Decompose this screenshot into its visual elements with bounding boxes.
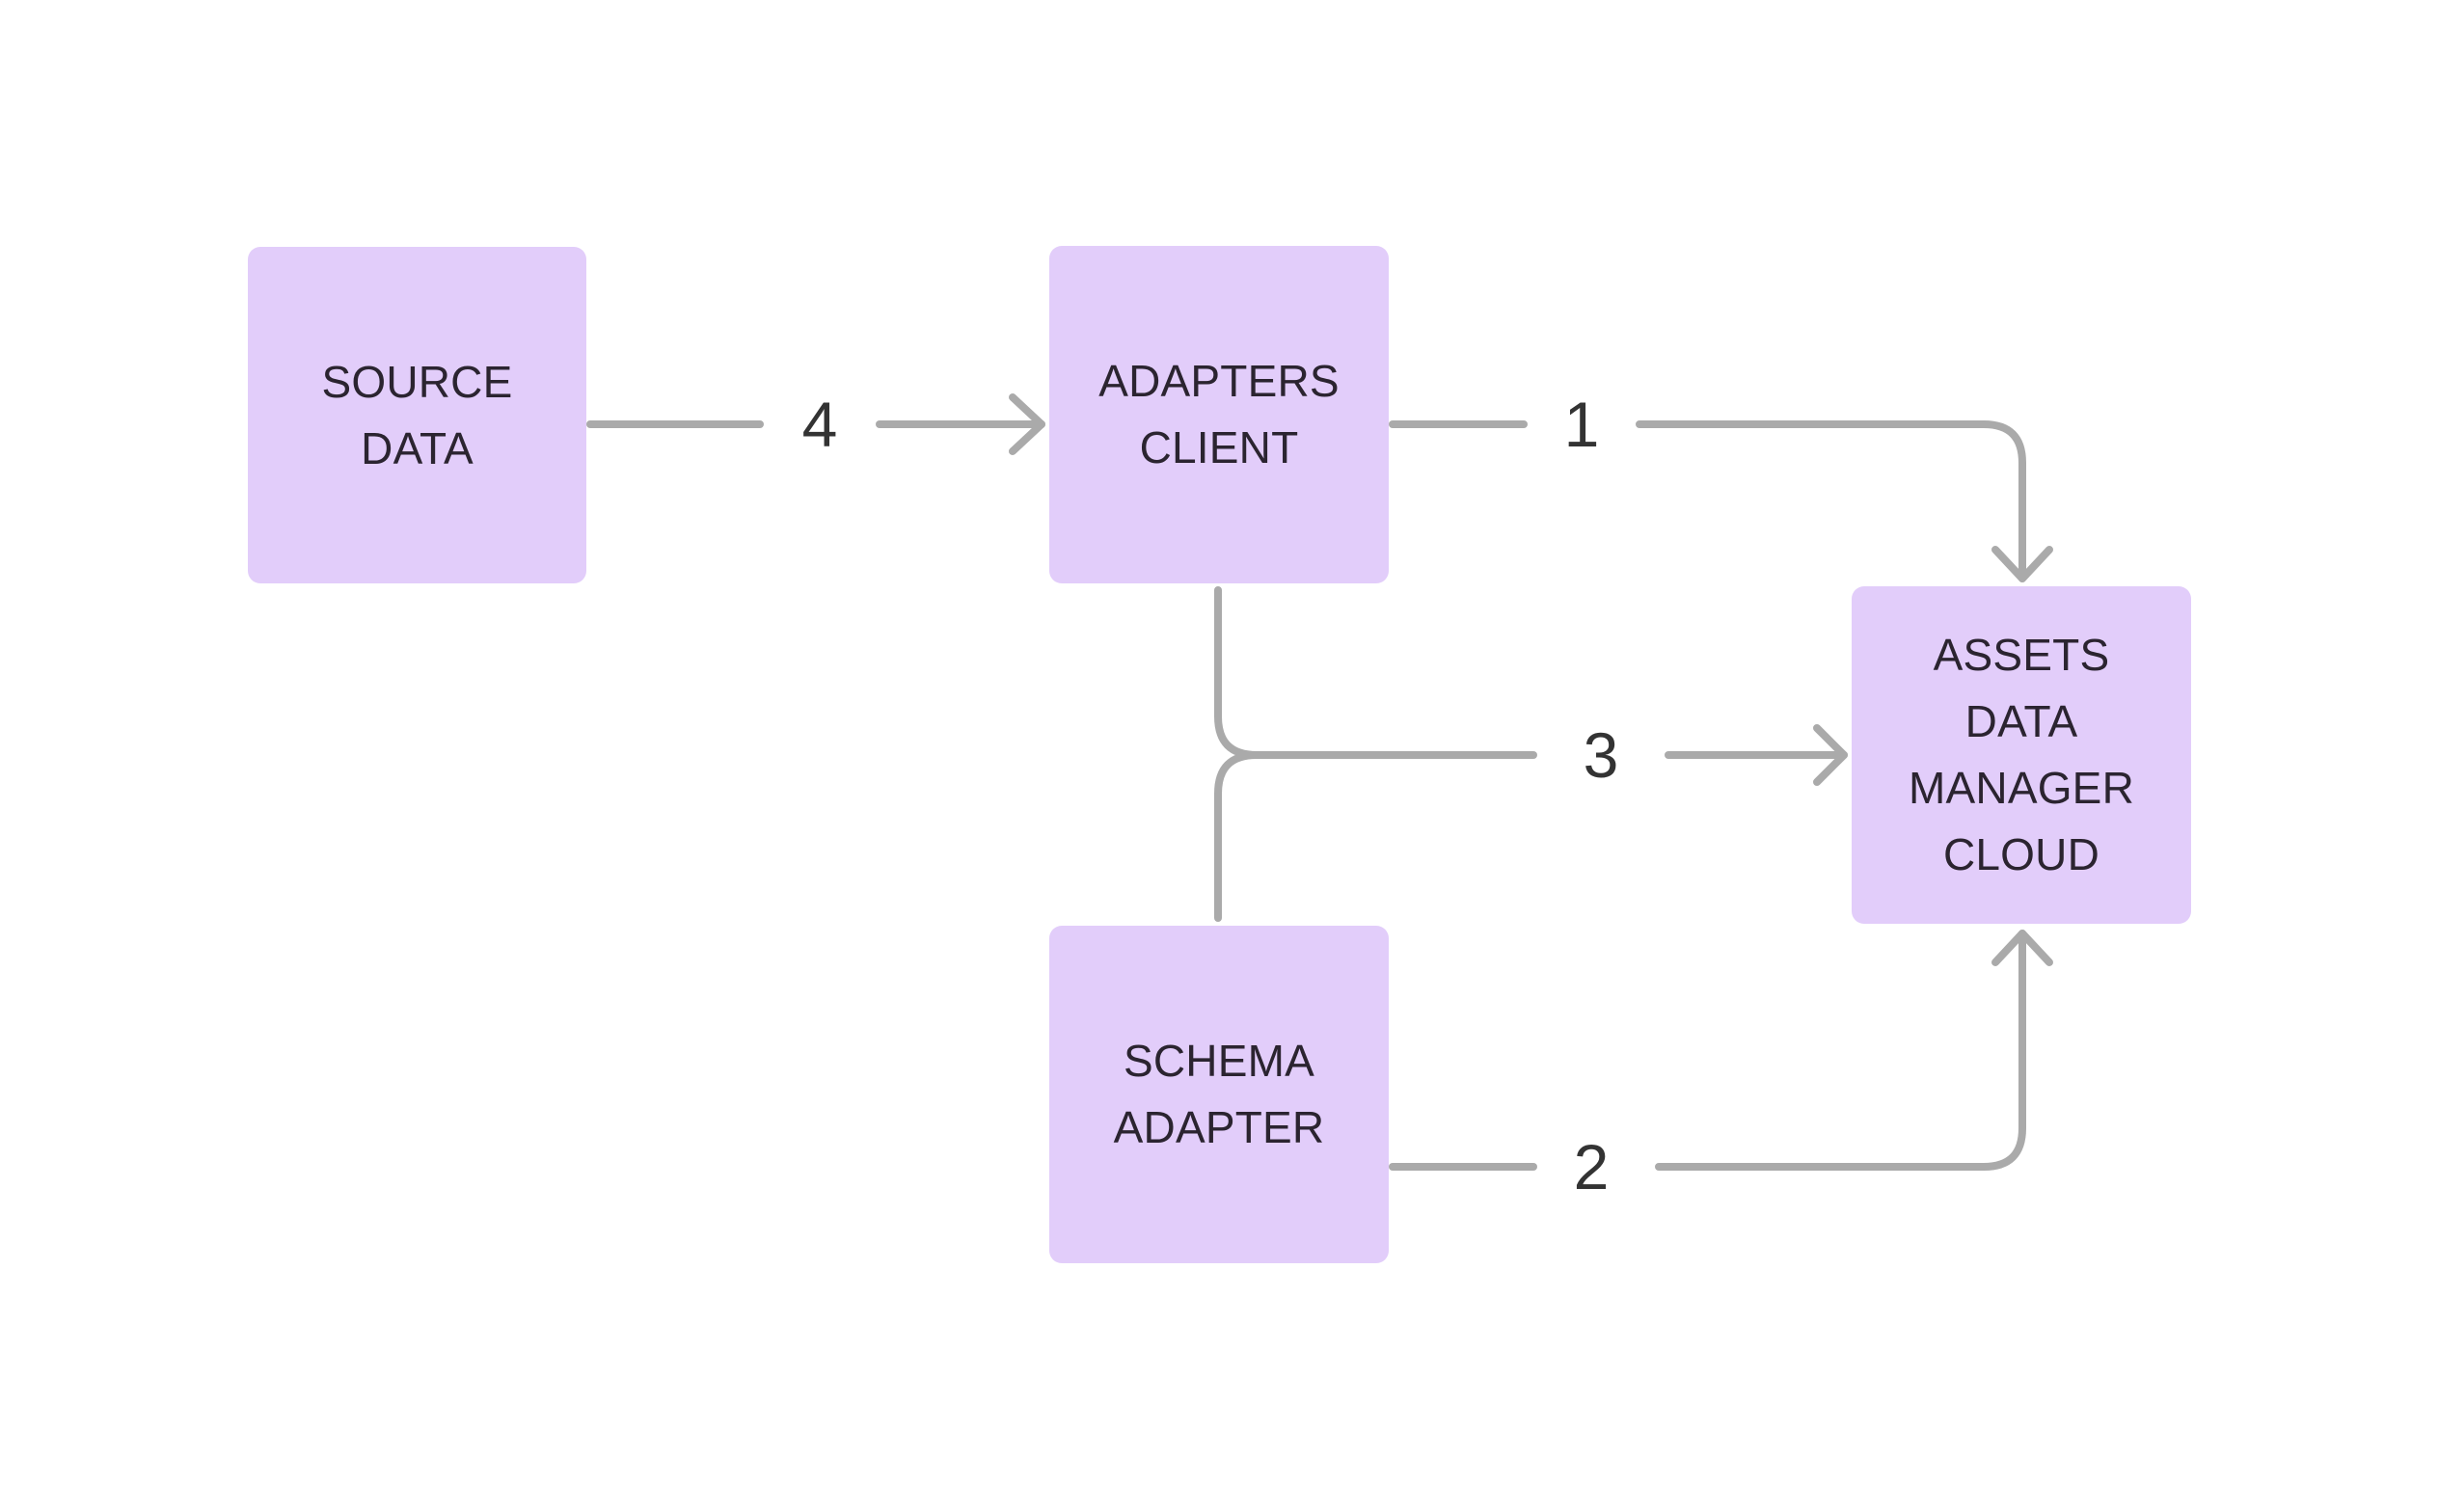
edge-3-branch-from-adapters-client <box>1214 586 1260 759</box>
node-assets-data-manager-cloud-line-3: MANAGER <box>1909 763 2134 813</box>
diagram-canvas: SOURCE DATA ADAPTERS CLIENT ASSETS DATA … <box>0 0 2438 1512</box>
node-adapters-client-line-2: CLIENT <box>1139 422 1299 472</box>
node-source-data-line-2: DATA <box>361 422 474 473</box>
edge-1-adapters-client-to-assets-cloud <box>1389 420 2053 582</box>
node-source-data[interactable]: SOURCE DATA <box>248 247 586 583</box>
edge-label-1: 1 <box>1563 389 1600 460</box>
edge-label-4: 4 <box>801 389 838 460</box>
node-assets-data-manager-cloud[interactable]: ASSETS DATA MANAGER CLOUD <box>1852 586 2191 924</box>
node-assets-data-manager-cloud-line-2: DATA <box>1964 696 2078 746</box>
edge-2-segment-elbow <box>1655 930 2026 1171</box>
node-schema-adapter[interactable]: SCHEMA ADAPTER <box>1049 926 1389 1263</box>
edge-3-branch-from-schema-adapter <box>1214 751 1260 922</box>
edge-2-schema-adapter-to-assets-cloud <box>1389 930 2053 1171</box>
edge-label-2: 2 <box>1573 1131 1610 1202</box>
node-schema-adapter-line-1: SCHEMA <box>1123 1036 1314 1086</box>
node-assets-data-manager-cloud-line-1: ASSETS <box>1933 630 2110 680</box>
edge-3-merge-to-assets-cloud <box>1214 586 1848 922</box>
node-assets-data-manager-cloud-line-4: CLOUD <box>1942 829 2100 879</box>
node-adapters-client[interactable]: ADAPTERS CLIENT <box>1049 246 1389 583</box>
edge-1-segment-elbow <box>1636 420 2026 582</box>
edge-label-3: 3 <box>1583 719 1619 791</box>
node-schema-adapter-line-2: ADAPTER <box>1113 1102 1325 1152</box>
node-adapters-client-line-1: ADAPTERS <box>1098 356 1340 406</box>
node-source-data-line-1: SOURCE <box>321 356 513 407</box>
